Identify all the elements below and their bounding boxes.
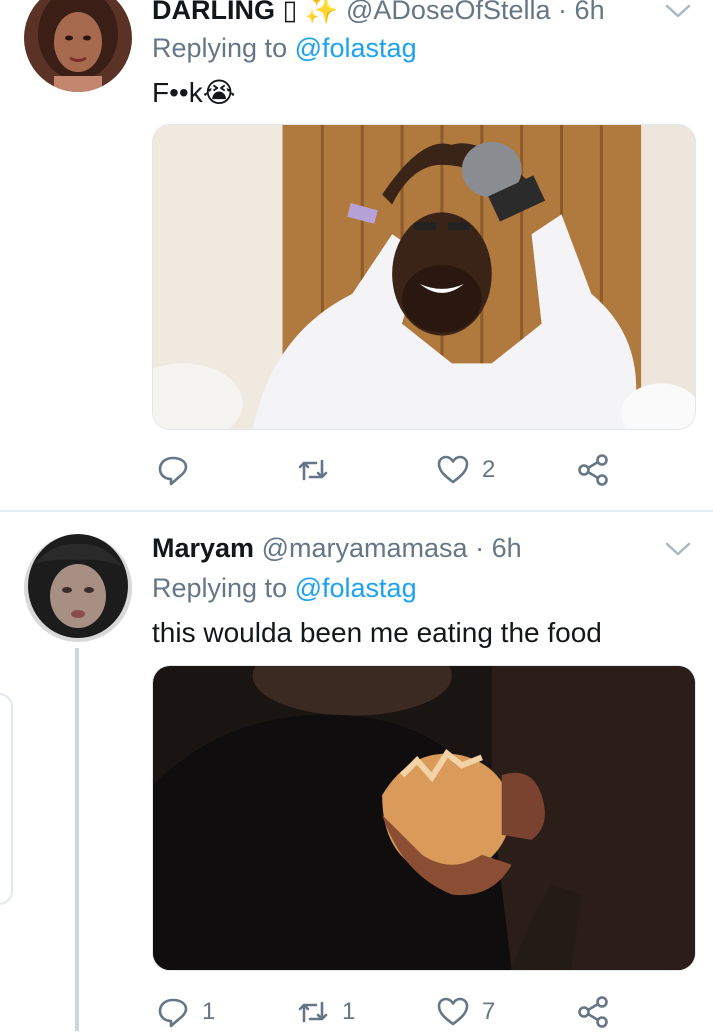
replying-prefix: Replying to	[152, 573, 288, 603]
separator-dot: ·	[558, 0, 568, 25]
reply-count: 1	[202, 998, 216, 1025]
retweet-icon	[298, 1001, 328, 1023]
retweet-button[interactable]	[296, 450, 342, 490]
tweet-card[interactable]: Maryam @maryamamasa · 6h Replying to @fo…	[0, 512, 713, 1031]
user-handle[interactable]: @maryamamasa	[262, 533, 468, 563]
chevron-down-icon[interactable]	[665, 540, 691, 558]
like-button[interactable]: 2	[436, 450, 495, 490]
retweet-count: 1	[342, 998, 356, 1025]
timestamp[interactable]: 6h	[492, 533, 522, 563]
share-icon	[578, 996, 608, 1028]
user-handle[interactable]: @ADoseOfStella	[346, 0, 551, 25]
tweet-actions: 2	[152, 450, 622, 490]
reply-icon	[158, 456, 188, 486]
like-button[interactable]: 7	[436, 992, 495, 1032]
chevron-down-icon[interactable]	[665, 2, 691, 20]
retweet-button[interactable]: 1	[296, 992, 355, 1032]
reply-mention-link[interactable]: @folastag	[295, 33, 417, 63]
avatar[interactable]	[24, 534, 132, 642]
heart-icon	[437, 997, 469, 1026]
replying-to: Replying to @folastag	[152, 30, 417, 66]
tweet-text: F••k😭	[152, 77, 236, 108]
share-button[interactable]	[576, 992, 610, 1032]
replying-to: Replying to @folastag	[152, 570, 417, 606]
reply-icon	[158, 998, 188, 1028]
display-name[interactable]: DARLING ▯	[152, 0, 297, 25]
tweet-header: Maryam @maryamamasa · 6h	[152, 528, 673, 568]
replying-prefix: Replying to	[152, 33, 288, 63]
thread-connector-line	[75, 648, 79, 1031]
avatar[interactable]	[24, 0, 132, 92]
tweet-media-image[interactable]	[152, 124, 696, 430]
timestamp[interactable]: 6h	[575, 0, 605, 25]
like-count: 7	[482, 998, 496, 1025]
reply-button[interactable]: 1	[156, 992, 215, 1032]
offscreen-card-edge	[0, 693, 13, 905]
separator-dot: ·	[475, 533, 485, 563]
tweet-text: this woulda been me eating the food	[152, 617, 602, 648]
display-name[interactable]: Maryam	[152, 533, 254, 563]
share-icon	[578, 454, 608, 486]
like-count: 2	[482, 456, 496, 483]
heart-icon	[437, 455, 469, 484]
sparkles-emoji: ✨	[304, 0, 339, 25]
reply-mention-link[interactable]: @folastag	[295, 573, 417, 603]
reply-button[interactable]	[156, 450, 202, 490]
share-button[interactable]	[576, 450, 610, 490]
tweet-card[interactable]: DARLING ▯ ✨ @ADoseOfStella · 6h Replying…	[0, 0, 713, 510]
tweet-header: DARLING ▯ ✨ @ADoseOfStella · 6h	[152, 0, 673, 30]
tweet-media-image[interactable]	[152, 665, 696, 971]
retweet-icon	[298, 459, 328, 481]
tweet-actions: 1 1 7	[152, 992, 622, 1032]
